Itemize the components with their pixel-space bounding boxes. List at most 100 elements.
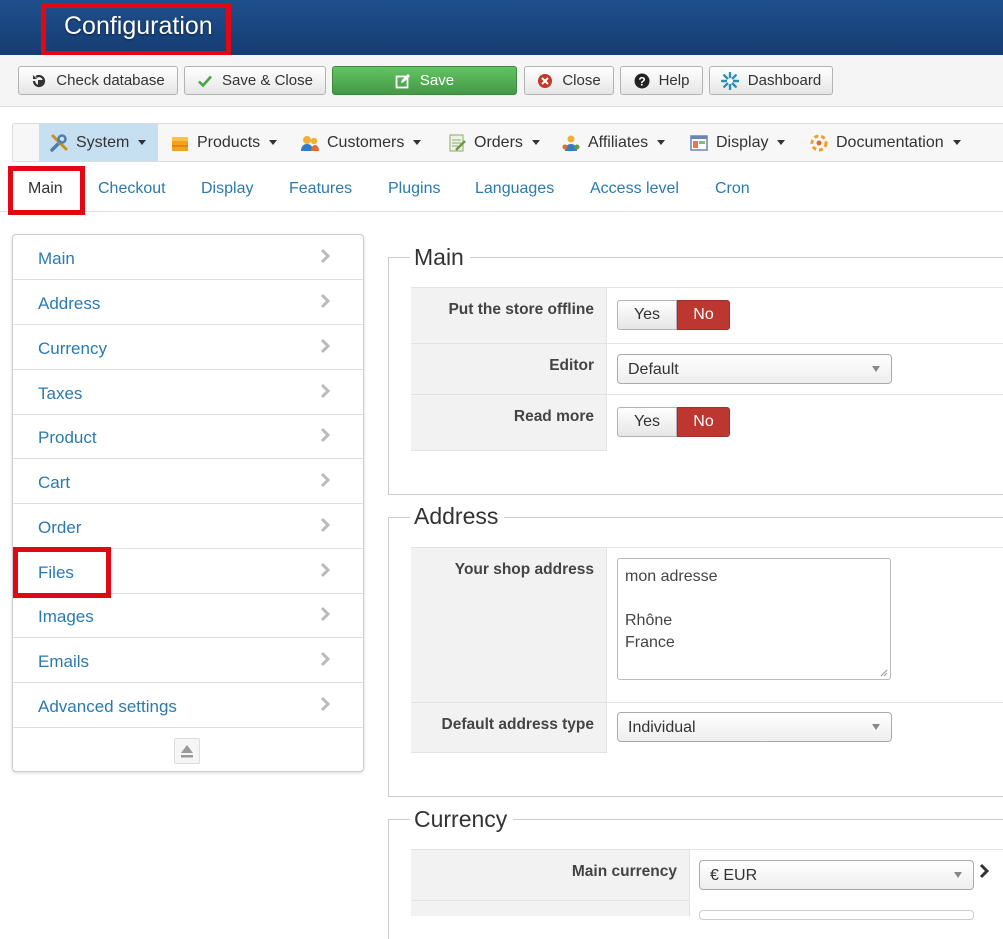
tab-display[interactable]: Display	[201, 180, 253, 198]
svg-text:?: ?	[638, 74, 645, 88]
address-line: France	[625, 634, 675, 651]
sidebar-item-label: Cart	[38, 473, 71, 492]
sidebar-item-main[interactable]: Main	[13, 235, 363, 280]
config-tabs: Main Checkout Display Features Plugins L…	[0, 162, 1003, 212]
save-label: Save	[419, 72, 455, 89]
chevron-down-icon	[952, 140, 961, 145]
chevron-down-icon	[269, 140, 278, 145]
main-section-legend: Main	[410, 244, 470, 271]
sidebar-item-label: Taxes	[38, 384, 83, 403]
read-more-no-button[interactable]: No	[677, 407, 730, 437]
sidebar-item-label: Images	[38, 607, 94, 626]
sidebar-item-label: Main	[38, 249, 75, 268]
read-more-yes-button[interactable]: Yes	[617, 407, 677, 437]
save-close-button[interactable]: Save & Close	[184, 66, 326, 95]
close-button[interactable]: Close	[524, 66, 614, 95]
customers-icon	[301, 135, 319, 151]
sidebar-item-advanced-settings[interactable]: Advanced settings	[13, 683, 363, 728]
chevron-right-icon	[320, 293, 331, 309]
next-select-partial[interactable]	[699, 910, 974, 920]
close-label: Close	[562, 72, 601, 89]
sidebar-item-order[interactable]: Order	[13, 504, 363, 549]
database-refresh-icon	[33, 74, 46, 87]
documentation-icon	[810, 134, 828, 151]
toolbar: Check database Save & Close Save Close ?…	[0, 55, 1003, 107]
sidebar-item-emails[interactable]: Emails	[13, 638, 363, 683]
sidebar-item-product[interactable]: Product	[13, 414, 363, 459]
sidebar-item-address[interactable]: Address	[13, 280, 363, 325]
read-more-row-label: Read more	[411, 394, 607, 451]
store-offline-no-button[interactable]: No	[677, 300, 730, 330]
menu-documentation[interactable]: Documentation	[809, 124, 961, 161]
close-circle-icon	[538, 73, 553, 88]
chevron-right-icon	[320, 472, 331, 488]
address-type-select-value: Individual	[628, 719, 696, 736]
editor-select-value: Default	[628, 361, 679, 378]
menu-affiliates[interactable]: Affiliates	[561, 124, 666, 161]
menu-products[interactable]: Products	[170, 124, 278, 161]
tab-plugins[interactable]: Plugins	[388, 180, 440, 198]
sidebar-item-taxes[interactable]: Taxes	[13, 370, 363, 415]
menu-affiliates-label: Affiliates	[588, 133, 649, 151]
next-row-label	[411, 900, 690, 916]
menu-products-label: Products	[197, 133, 261, 151]
menu-system[interactable]: System	[39, 124, 158, 161]
dropdown-arrow-icon	[954, 872, 962, 878]
affiliates-icon	[562, 135, 580, 151]
address-section-legend: Address	[410, 503, 505, 530]
dropdown-arrow-icon	[872, 724, 880, 730]
tab-languages[interactable]: Languages	[475, 180, 554, 198]
help-icon: ?	[634, 73, 650, 88]
chevron-right-icon	[320, 562, 331, 578]
tab-access-level[interactable]: Access level	[590, 180, 679, 198]
address-type-label: Default address type	[441, 716, 594, 733]
dashboard-icon	[720, 71, 739, 90]
sidebar-item-cart[interactable]: Cart	[13, 459, 363, 504]
sidebar-item-label: Emails	[38, 652, 90, 671]
tab-cron[interactable]: Cron	[715, 180, 750, 198]
sidebar-item-images[interactable]: Images	[13, 593, 363, 638]
header-bar: Configuration	[0, 0, 1003, 55]
sidebar-item-label: Product	[38, 428, 97, 447]
currency-section-legend: Currency	[410, 806, 514, 833]
address-type-row-label: Default address type	[411, 702, 607, 753]
chevron-down-icon	[657, 140, 666, 145]
address-line: Rhône	[625, 612, 673, 629]
menu-orders[interactable]: Orders	[447, 124, 540, 161]
menu-customers[interactable]: Customers	[300, 124, 422, 161]
sidebar-item-label: Currency	[38, 339, 107, 358]
sidebar-item-label: Files	[38, 563, 74, 582]
chevron-right-icon	[320, 248, 331, 264]
sidebar-item-label: Address	[38, 294, 101, 313]
main-currency-select[interactable]: € EUR	[699, 860, 974, 890]
chevron-down-icon	[777, 140, 786, 145]
tab-main[interactable]: Main	[28, 180, 63, 198]
chevron-down-icon	[531, 140, 540, 145]
collapse-sidebar-button[interactable]	[174, 738, 200, 764]
dashboard-label: Dashboard	[747, 72, 822, 89]
tab-features[interactable]: Features	[289, 180, 352, 198]
tab-checkout[interactable]: Checkout	[98, 180, 166, 198]
menu-display-label: Display	[716, 133, 769, 151]
address-line	[625, 588, 883, 610]
chevron-right-icon	[320, 651, 331, 667]
shop-address-textarea[interactable]: mon adresse Rhône France	[617, 558, 891, 680]
editor-select[interactable]: Default	[617, 354, 892, 384]
chevron-right-icon[interactable]	[978, 863, 990, 879]
sidebar-item-currency[interactable]: Currency	[13, 325, 363, 370]
display-icon	[690, 134, 708, 151]
read-more-label: Read more	[513, 408, 594, 425]
check-database-label: Check database	[56, 72, 165, 89]
resize-handle-icon[interactable]	[880, 669, 888, 677]
chevron-right-icon	[320, 696, 331, 712]
check-database-button[interactable]: Check database	[18, 66, 178, 95]
address-type-select[interactable]: Individual	[617, 712, 892, 742]
store-offline-yes-button[interactable]: Yes	[617, 300, 677, 330]
dashboard-button[interactable]: Dashboard	[709, 66, 833, 95]
dropdown-arrow-icon	[872, 366, 880, 372]
save-button[interactable]: Save	[332, 66, 517, 95]
menu-display[interactable]: Display	[689, 124, 786, 161]
help-button[interactable]: ? Help	[620, 66, 703, 95]
chevron-down-icon	[413, 140, 422, 145]
sidebar-item-files[interactable]: Files	[13, 549, 363, 594]
